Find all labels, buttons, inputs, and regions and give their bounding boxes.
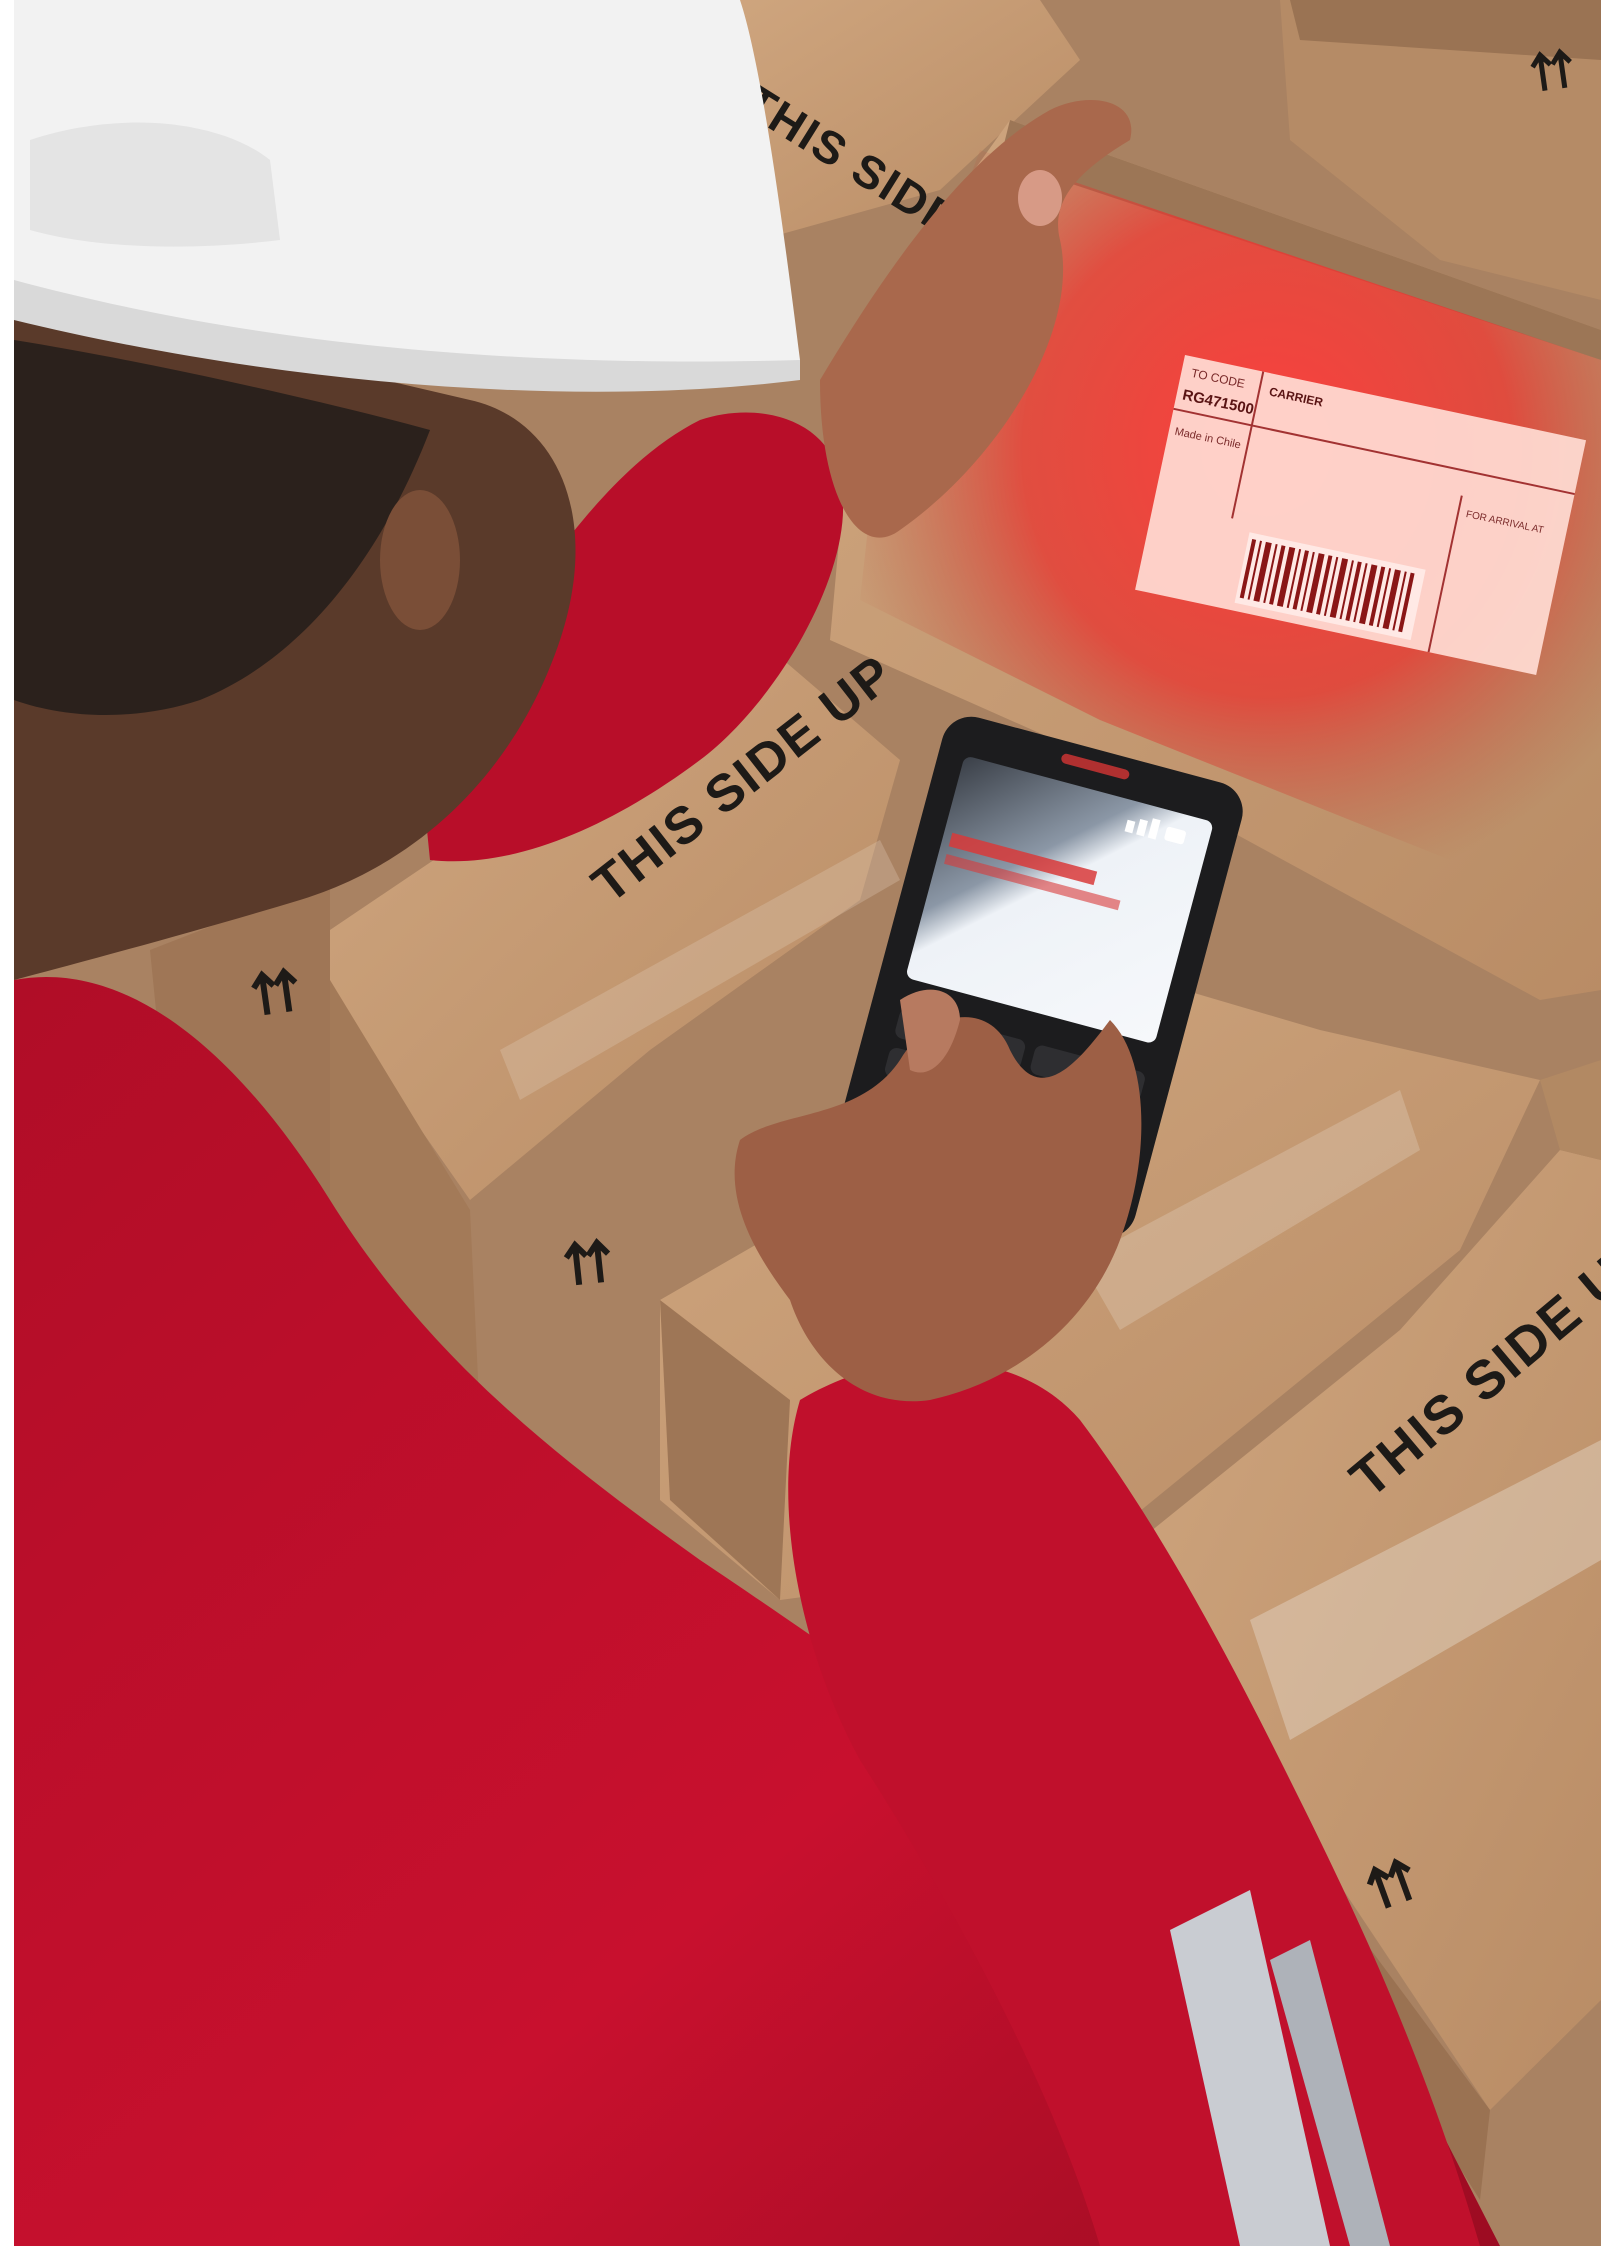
warehouse-photo: THIS SIDE U THIS SIDE UP THIS SIDE UP TO…	[0, 0, 1601, 2246]
worker-ear	[380, 490, 460, 630]
